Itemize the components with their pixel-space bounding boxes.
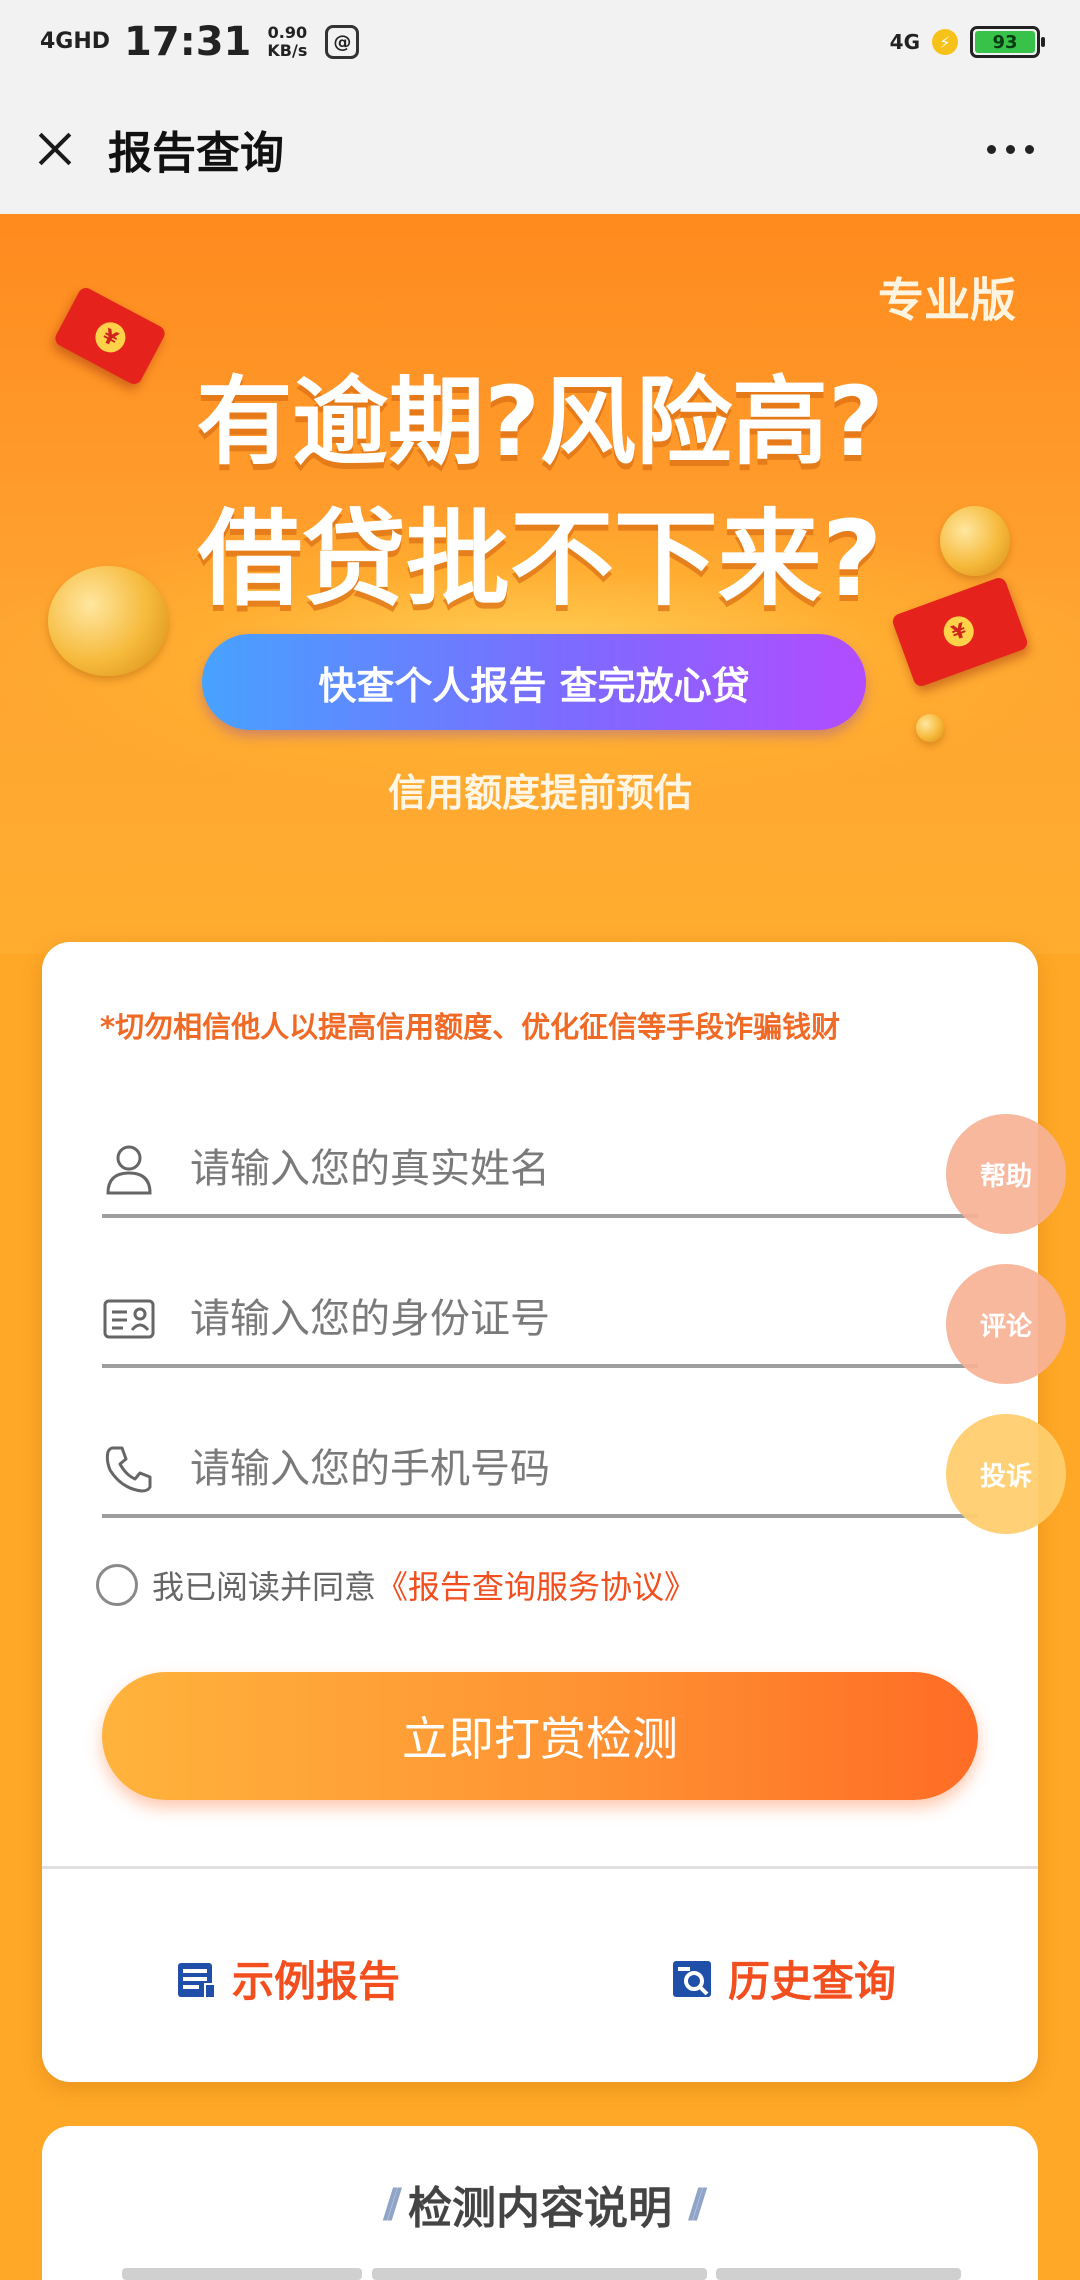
agreement-text: 我已阅读并同意 xyxy=(152,1568,377,1606)
agreement-radio[interactable] xyxy=(96,1564,138,1606)
sample-report-label: 示例报告 xyxy=(232,1957,401,2006)
battery-icon: 93 xyxy=(970,26,1045,58)
edition-label: 专业版 xyxy=(878,273,1016,327)
banner-headline-1: 有逾期?风险高? xyxy=(196,366,884,478)
nav-bar: 报告查询 xyxy=(0,84,1080,214)
id-number-input[interactable] xyxy=(190,1289,978,1349)
help-button[interactable]: 帮助 xyxy=(946,1114,1066,1234)
more-options-icon[interactable] xyxy=(987,144,1050,154)
speed-value: 0.90 xyxy=(267,23,308,42)
banner-headline-2: 借贷批不下来? xyxy=(197,498,883,620)
network-speed: 0.90 KB/s xyxy=(267,24,307,60)
detection-header: // 检测内容说明 // xyxy=(42,2172,1038,2236)
comment-button[interactable]: 评论 xyxy=(946,1264,1066,1384)
report-icon xyxy=(178,1962,214,1997)
detection-tab[interactable] xyxy=(372,2268,707,2280)
phone-field xyxy=(102,1424,978,1518)
close-icon[interactable] xyxy=(30,124,80,174)
status-time: 17:31 xyxy=(124,19,252,65)
agreement-link[interactable]: 《报告查询服务协议》 xyxy=(376,1562,696,1608)
fraud-warning: *切勿相信他人以提高信用额度、优化征信等手段诈骗钱财 xyxy=(100,1010,841,1044)
divider xyxy=(42,1866,1038,1869)
page-title: 报告查询 xyxy=(108,128,284,179)
detection-info-card: // 检测内容说明 // xyxy=(42,2126,1038,2280)
detection-title: 检测内容说明 xyxy=(408,2183,672,2234)
detection-tab[interactable] xyxy=(716,2268,961,2280)
agreement-row: 我已阅读并同意 《报告查询服务协议》 xyxy=(96,1562,696,1608)
name-field xyxy=(102,1124,978,1218)
battery-level: 93 xyxy=(975,31,1035,53)
charging-icon: ⚡ xyxy=(932,29,958,55)
history-query-link[interactable]: 历史查询 xyxy=(670,1948,896,2009)
submit-button[interactable]: 立即打赏检测 xyxy=(102,1672,978,1800)
sample-report-link[interactable]: 示例报告 xyxy=(174,1948,400,2009)
decorative-slash-icon: // xyxy=(688,2181,707,2227)
history-query-label: 历史查询 xyxy=(728,1957,897,2006)
query-form-card: *切勿相信他人以提高信用额度、优化征信等手段诈骗钱财 我已阅读并同意 《报告查询… xyxy=(42,942,1038,2082)
notification-app-icon: @ xyxy=(325,25,360,59)
detection-tab[interactable] xyxy=(122,2268,362,2280)
banner-subtitle: 信用额度提前预估 xyxy=(387,771,692,815)
status-bar: 4GHD 17:31 0.90 KB/s @ 4G ⚡ 93 xyxy=(0,0,1080,84)
phone-input[interactable] xyxy=(190,1439,978,1499)
phone-icon xyxy=(102,1442,156,1496)
network-type: 4G xyxy=(889,30,920,54)
decorative-slash-icon: // xyxy=(382,2181,402,2227)
user-icon xyxy=(102,1142,156,1196)
complaint-button[interactable]: 投诉 xyxy=(946,1414,1066,1534)
id-card-icon xyxy=(102,1292,156,1346)
history-search-icon xyxy=(673,1960,711,1997)
name-input[interactable] xyxy=(190,1139,978,1199)
speed-unit: KB/s xyxy=(267,41,308,60)
banner-slogan-pill: 快查个人报告 查完放心贷 xyxy=(202,634,866,730)
gold-coin-icon xyxy=(916,714,944,742)
promo-banner: ¥ ¥ 专业版 有逾期?风险高? 借贷批不下来? 快查个人报告 查完放心贷 信用… xyxy=(0,214,1080,954)
status-right: 4G ⚡ 93 xyxy=(889,26,1045,58)
id-field xyxy=(102,1274,978,1368)
signal-icon: 4GHD xyxy=(40,29,111,54)
